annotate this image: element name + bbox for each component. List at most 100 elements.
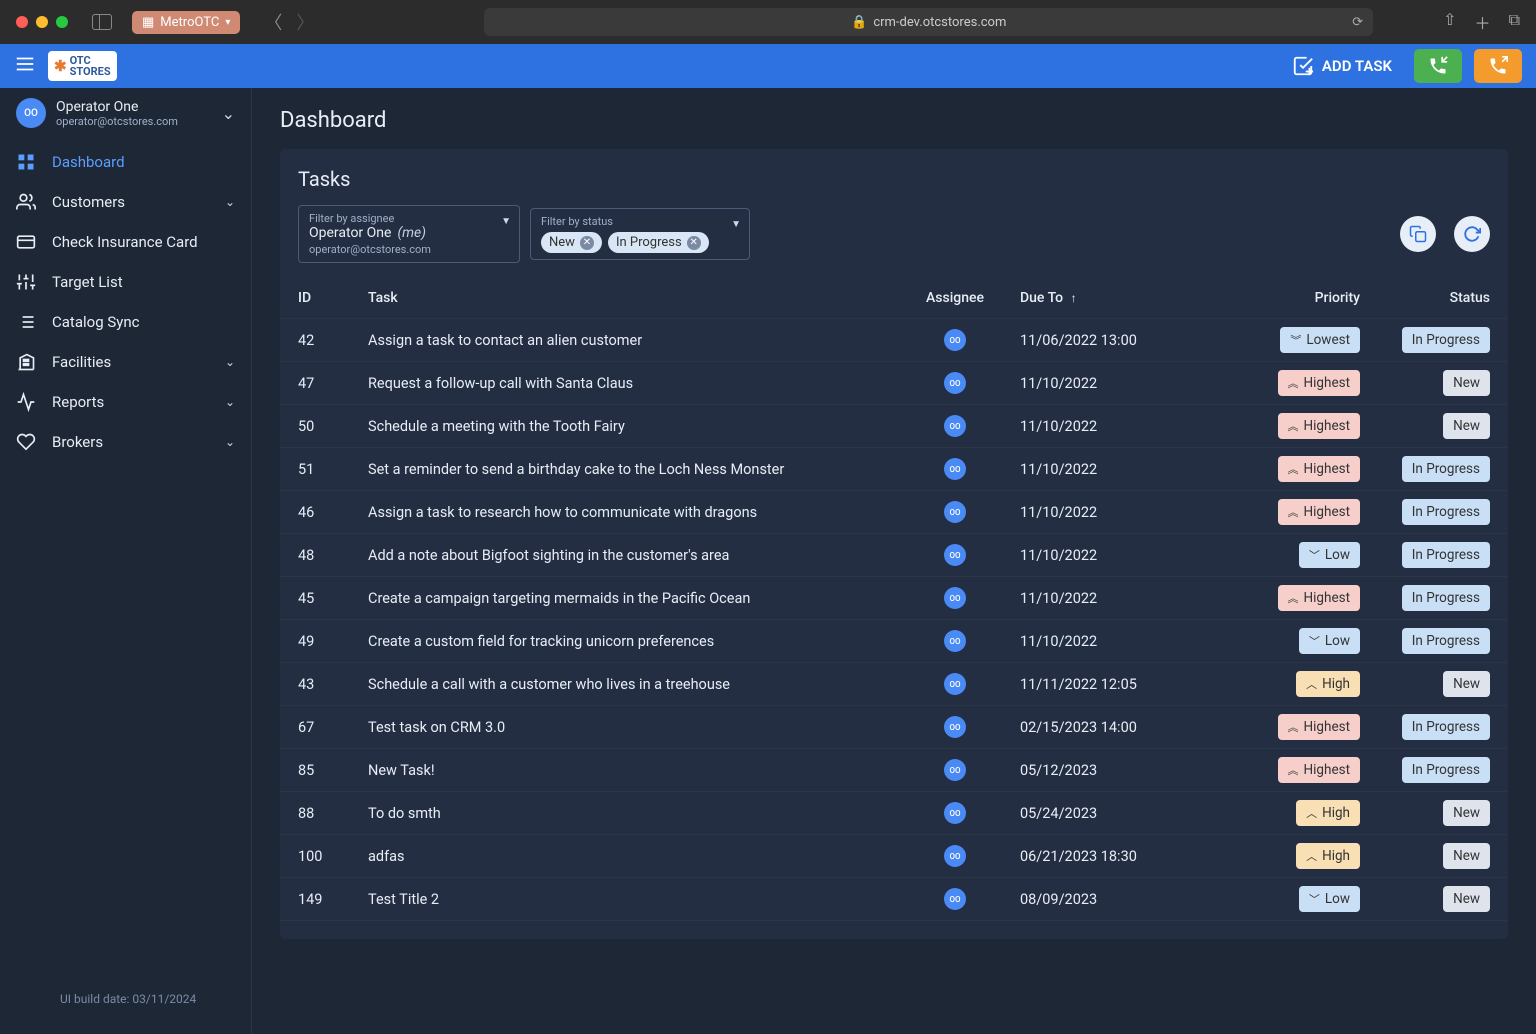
sidebar-item-reports[interactable]: Reports ⌄: [0, 382, 251, 422]
cell-assignee: OO: [890, 759, 1020, 781]
task-row[interactable]: 85 New Task! OO 05/12/2023 ︽Highest In P…: [280, 749, 1508, 792]
app-topbar: ✱ OTC STORES ADD TASK: [0, 44, 1536, 88]
priority-icon: ︽: [1288, 719, 1299, 735]
task-row[interactable]: 47 Request a follow-up call with Santa C…: [280, 362, 1508, 405]
url-bar[interactable]: 🔒 crm-dev.otcstores.com ⟳: [484, 8, 1373, 36]
close-window[interactable]: [16, 16, 28, 28]
chip-remove-icon[interactable]: ✕: [687, 236, 701, 250]
minimize-window[interactable]: [36, 16, 48, 28]
cell-task: Create a campaign targeting mermaids in …: [368, 590, 890, 607]
sidebar-item-facilities[interactable]: Facilities ⌄: [0, 342, 251, 382]
tabs-overview-icon[interactable]: ⧉: [1509, 10, 1520, 34]
chip-remove-icon[interactable]: ✕: [580, 236, 594, 250]
sidebar-item-customers[interactable]: Customers ⌄: [0, 182, 251, 222]
table-header: ID Task Assignee Due To ↑ Priority Statu…: [280, 277, 1508, 319]
priority-badge: ︽Highest: [1278, 499, 1360, 525]
sidebar-item-target-list[interactable]: Target List: [0, 262, 251, 302]
assignee-avatar: OO: [944, 329, 966, 351]
priority-icon: ︾: [1290, 332, 1301, 348]
status-label: In Progress: [1412, 332, 1480, 348]
sidebar-item-label: Dashboard: [52, 153, 125, 171]
nav-icon: [16, 352, 36, 372]
task-row[interactable]: 43 Schedule a call with a customer who l…: [280, 663, 1508, 706]
cell-id: 43: [298, 676, 368, 693]
status-badge: In Progress: [1402, 585, 1490, 611]
col-priority[interactable]: Priority: [1220, 290, 1360, 306]
status-label: In Progress: [1412, 461, 1480, 477]
nav-icon: [16, 232, 36, 252]
task-row[interactable]: 50 Schedule a meeting with the Tooth Fai…: [280, 405, 1508, 448]
task-row[interactable]: 149 Test Title 2 OO 08/09/2023 ﹀Low New: [280, 878, 1508, 921]
priority-badge: ︿High: [1296, 671, 1360, 697]
status-badge: New: [1443, 800, 1490, 826]
logo-star-icon: ✱: [54, 59, 67, 74]
status-chip[interactable]: In Progress ✕: [608, 232, 709, 253]
share-icon[interactable]: ⇧: [1443, 10, 1456, 34]
priority-label: Lowest: [1306, 332, 1350, 348]
cell-assignee: OO: [890, 716, 1020, 738]
task-row[interactable]: 67 Test task on CRM 3.0 OO 02/15/2023 14…: [280, 706, 1508, 749]
priority-icon: ︿: [1306, 676, 1317, 692]
refresh-button[interactable]: [1454, 216, 1490, 252]
nav-icon: [16, 272, 36, 292]
task-row[interactable]: 42 Assign a task to contact an alien cus…: [280, 319, 1508, 362]
window-controls: [16, 16, 68, 28]
cell-due: 11/10/2022: [1020, 418, 1220, 435]
hamburger-icon[interactable]: [14, 53, 36, 79]
task-row[interactable]: 88 To do smth OO 05/24/2023 ︿High New: [280, 792, 1508, 835]
browser-sidebar-icon[interactable]: [92, 14, 112, 30]
task-row[interactable]: 48 Add a note about Bigfoot sighting in …: [280, 534, 1508, 577]
assignee-avatar: OO: [944, 673, 966, 695]
status-label: In Progress: [1412, 762, 1480, 778]
cell-task: Test task on CRM 3.0: [368, 719, 890, 736]
back-button[interactable]: 〈: [264, 9, 282, 35]
priority-icon: ﹀: [1309, 891, 1320, 907]
task-row[interactable]: 100 adfas OO 06/21/2023 18:30 ︿High New: [280, 835, 1508, 878]
priority-icon: ︿: [1306, 848, 1317, 864]
status-label: In Progress: [1412, 504, 1480, 520]
filter-assignee[interactable]: Filter by assignee Operator One (me) ope…: [298, 205, 520, 263]
sidebar-item-brokers[interactable]: Brokers ⌄: [0, 422, 251, 462]
sidebar: OO Operator One operator@otcstores.com ⌄…: [0, 88, 252, 1034]
task-row[interactable]: 49 Create a custom field for tracking un…: [280, 620, 1508, 663]
task-row[interactable]: 51 Set a reminder to send a birthday cak…: [280, 448, 1508, 491]
col-status[interactable]: Status: [1360, 290, 1490, 306]
sidebar-item-dashboard[interactable]: Dashboard: [0, 142, 251, 182]
status-chip[interactable]: New✕: [541, 232, 602, 253]
sidebar-item-check-insurance-card[interactable]: Check Insurance Card: [0, 222, 251, 262]
add-task-button[interactable]: ADD TASK: [1292, 55, 1392, 77]
cell-task: New Task!: [368, 762, 890, 779]
logo[interactable]: ✱ OTC STORES: [48, 51, 117, 81]
task-row[interactable]: 45 Create a campaign targeting mermaids …: [280, 577, 1508, 620]
priority-label: Highest: [1304, 461, 1350, 477]
reload-icon[interactable]: ⟳: [1352, 15, 1363, 30]
copy-button[interactable]: [1400, 216, 1436, 252]
new-tab-icon[interactable]: ＋: [1475, 10, 1491, 34]
status-label: New: [1453, 805, 1480, 821]
task-row[interactable]: 46 Assign a task to research how to comm…: [280, 491, 1508, 534]
col-id[interactable]: ID: [298, 290, 368, 306]
cell-id: 85: [298, 762, 368, 779]
cell-id: 47: [298, 375, 368, 392]
browser-tab[interactable]: ▦ MetroOTC ▾: [132, 11, 240, 34]
forward-button[interactable]: 〉: [296, 9, 314, 35]
col-due[interactable]: Due To ↑: [1020, 290, 1220, 306]
filter-status[interactable]: Filter by status New✕In Progress✕ ▼: [530, 208, 750, 260]
priority-label: High: [1322, 848, 1350, 864]
user-menu[interactable]: OO Operator One operator@otcstores.com ⌄: [0, 88, 251, 138]
cell-due: 11/06/2022 13:00: [1020, 332, 1220, 349]
maximize-window[interactable]: [56, 16, 68, 28]
priority-icon: ︽: [1288, 461, 1299, 477]
outgoing-call-button[interactable]: [1474, 49, 1522, 83]
chip-label: In Progress: [616, 235, 682, 250]
assignee-avatar: OO: [944, 544, 966, 566]
cell-due: 11/10/2022: [1020, 633, 1220, 650]
tab-title: MetroOTC: [160, 15, 219, 30]
sidebar-item-catalog-sync[interactable]: Catalog Sync: [0, 302, 251, 342]
priority-badge: ︾ Lowest: [1280, 327, 1360, 353]
cell-due: 11/11/2022 12:05: [1020, 676, 1220, 693]
incoming-call-button[interactable]: [1414, 49, 1462, 83]
status-badge: New: [1443, 843, 1490, 869]
col-task[interactable]: Task: [368, 290, 890, 306]
col-assignee[interactable]: Assignee: [890, 290, 1020, 306]
